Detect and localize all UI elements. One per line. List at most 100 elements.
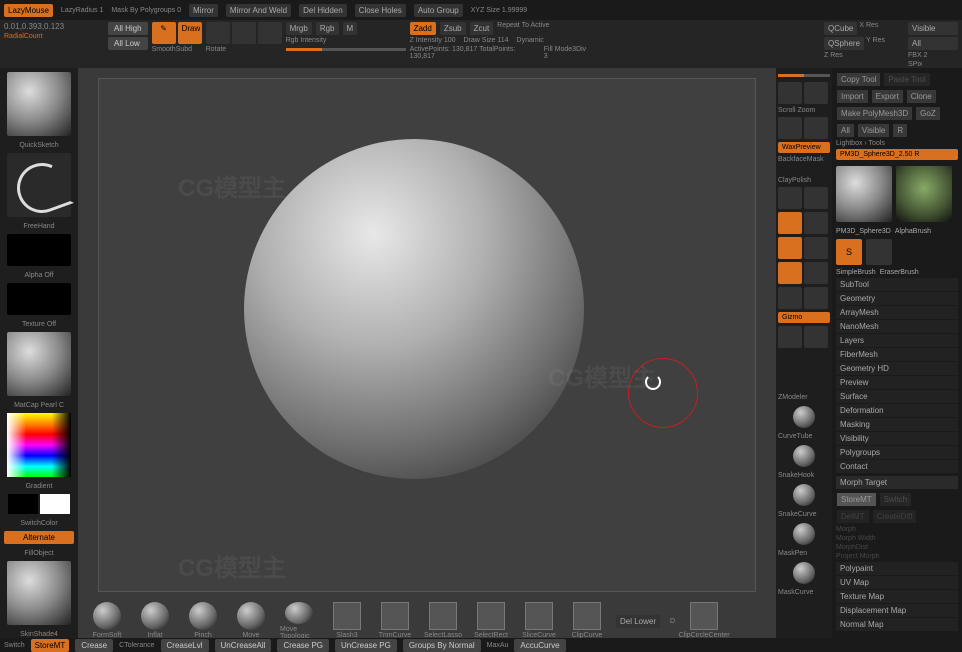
texture-thumb[interactable]	[7, 283, 71, 315]
sphere-mesh[interactable]	[244, 139, 584, 479]
lightbox-label[interactable]: Lightbox › Tools	[836, 140, 958, 147]
visible-button-2[interactable]: Visible	[858, 124, 889, 137]
project-morph-label[interactable]: Project Morph	[836, 553, 958, 560]
section-geometry-hd[interactable]: Geometry HD	[836, 362, 958, 375]
rotate-button[interactable]	[232, 22, 256, 44]
color-picker[interactable]	[7, 413, 71, 477]
zmodeler-label[interactable]: ZModeler	[778, 394, 830, 401]
brush-clipcircle[interactable]: ClipCircleCenter	[685, 602, 723, 640]
all-low-button[interactable]: All Low	[108, 37, 148, 50]
brush-trimcurve[interactable]: TrimCurve	[376, 602, 414, 640]
section-uv-map[interactable]: UV Map	[836, 576, 958, 589]
section-visibility[interactable]: Visibility	[836, 432, 958, 445]
fill-mode-label[interactable]: Fill Mode3Div 3	[544, 46, 590, 60]
eraserbrush-icon[interactable]	[866, 239, 892, 265]
tool-12[interactable]	[804, 326, 828, 348]
tool-9[interactable]	[778, 287, 802, 309]
section-deformation[interactable]: Deformation	[836, 404, 958, 417]
tool-7[interactable]	[778, 262, 802, 284]
all-button-2[interactable]: All	[837, 124, 854, 137]
scale-button[interactable]	[258, 22, 282, 44]
color-swatch-1[interactable]	[8, 494, 38, 514]
repeat-label[interactable]: Repeat To Active	[497, 22, 549, 35]
move-button[interactable]	[206, 22, 230, 44]
fillobject-label[interactable]: FillObject	[4, 550, 74, 557]
section-normal-map[interactable]: Normal Map	[836, 618, 958, 631]
zsub-button[interactable]: Zsub	[440, 22, 466, 35]
mirror-button[interactable]: Mirror	[189, 4, 218, 17]
import-button[interactable]: Import	[837, 90, 868, 103]
close-holes-button[interactable]: Close Holes	[355, 4, 406, 17]
status-switch[interactable]: Switch	[4, 642, 25, 649]
status-uncreaseall[interactable]: UnCreaseAll	[215, 639, 272, 652]
morph-target-header[interactable]: Morph Target	[836, 476, 958, 489]
status-uncreasepg[interactable]: UnCrease PG	[335, 639, 397, 652]
brush-clipcurve[interactable]: ClipCurve	[568, 602, 606, 640]
status-groupsnormal[interactable]: Groups By Normal	[403, 639, 481, 652]
tool-5[interactable]	[778, 237, 802, 259]
spix-label[interactable]: SPix	[908, 61, 958, 68]
all-high-button[interactable]: All High	[108, 22, 148, 35]
copy-tool-button[interactable]: Copy Tool	[837, 73, 880, 86]
material-thumb[interactable]	[7, 561, 71, 625]
aahalf-button[interactable]	[804, 117, 828, 139]
export-button[interactable]: Export	[872, 90, 903, 103]
tool-8[interactable]	[804, 262, 828, 284]
snakehook-icon[interactable]	[793, 445, 815, 467]
brush-move[interactable]: Move	[232, 602, 270, 640]
paste-tool-button[interactable]: Paste Tool	[884, 73, 929, 86]
brush-selectlasso[interactable]: SelectLasso	[424, 602, 462, 640]
draw-button[interactable]: Draw	[178, 22, 202, 44]
brush-thumb[interactable]	[7, 72, 71, 136]
status-ctolerance[interactable]: CTolerance	[119, 642, 154, 649]
canvas-area[interactable]: FormSoft Inflat Pinch Move Move Topologi…	[78, 68, 776, 652]
zres-label[interactable]: Z Res	[824, 52, 904, 59]
matcap-thumb[interactable]	[7, 332, 71, 396]
tool-4[interactable]	[804, 212, 828, 234]
mirror-weld-button[interactable]: Mirror And Weld	[226, 4, 291, 17]
section-polygroups[interactable]: Polygroups	[836, 446, 958, 459]
yres-label[interactable]: Y Res	[866, 37, 885, 50]
xres-label[interactable]: X Res	[859, 22, 878, 35]
tool-6[interactable]	[804, 237, 828, 259]
rgb-button[interactable]: Rgb	[316, 22, 339, 35]
section-preview[interactable]: Preview	[836, 376, 958, 389]
spix-slider[interactable]	[778, 74, 830, 77]
status-accucurve[interactable]: AccuCurve	[514, 639, 565, 652]
z-intensity-label[interactable]: Z Intensity 100	[410, 37, 456, 44]
section-fibermesh[interactable]: FiberMesh	[836, 348, 958, 361]
maskpen-icon[interactable]	[793, 523, 815, 545]
gradient-label[interactable]: Gradient	[4, 483, 74, 490]
goz-button[interactable]: GoZ	[916, 107, 940, 120]
brush-slash3[interactable]: Slash3	[328, 602, 366, 640]
zoom-button[interactable]	[804, 82, 828, 104]
morph-width-label[interactable]: Morph Width	[836, 535, 958, 542]
stroke-thumb[interactable]	[7, 153, 71, 217]
delmt-button[interactable]: DelMT	[837, 510, 869, 523]
brush-slicecurve[interactable]: SliceCurve	[520, 602, 558, 640]
section-displacement-map[interactable]: Displacement Map	[836, 604, 958, 617]
section-nanomesh[interactable]: NanoMesh	[836, 320, 958, 333]
simplebrush-icon[interactable]: S	[836, 239, 862, 265]
all-button[interactable]: All	[908, 37, 958, 50]
section-geometry[interactable]: Geometry	[836, 292, 958, 305]
section-texture-map[interactable]: Texture Map	[836, 590, 958, 603]
del-hidden-button[interactable]: Del Hidden	[299, 4, 347, 17]
zadd-button[interactable]: Zadd	[410, 22, 436, 35]
brush-pinch[interactable]: Pinch	[184, 602, 222, 640]
section-contact[interactable]: Contact	[836, 460, 958, 473]
tool-10[interactable]	[804, 287, 828, 309]
color-swatch-2[interactable]	[40, 494, 70, 514]
tool-thumb-sphere[interactable]	[836, 166, 892, 222]
scroll-button[interactable]	[778, 82, 802, 104]
make-polymesh-button[interactable]: Make PolyMesh3D	[837, 107, 912, 120]
tool-thumb-alphabrush[interactable]	[896, 166, 952, 222]
section-surface[interactable]: Surface	[836, 390, 958, 403]
mask-polygroups-label[interactable]: Mask By Polygroups 0	[111, 7, 181, 14]
lazymouse-button[interactable]: LazyMouse	[4, 4, 53, 17]
section-layers[interactable]: Layers	[836, 334, 958, 347]
viewport[interactable]	[98, 78, 756, 592]
visible-button[interactable]: Visible	[908, 22, 958, 35]
brush-selectrect[interactable]: SelectRect	[472, 602, 510, 640]
fbx-label[interactable]: FBX 2	[908, 52, 958, 59]
